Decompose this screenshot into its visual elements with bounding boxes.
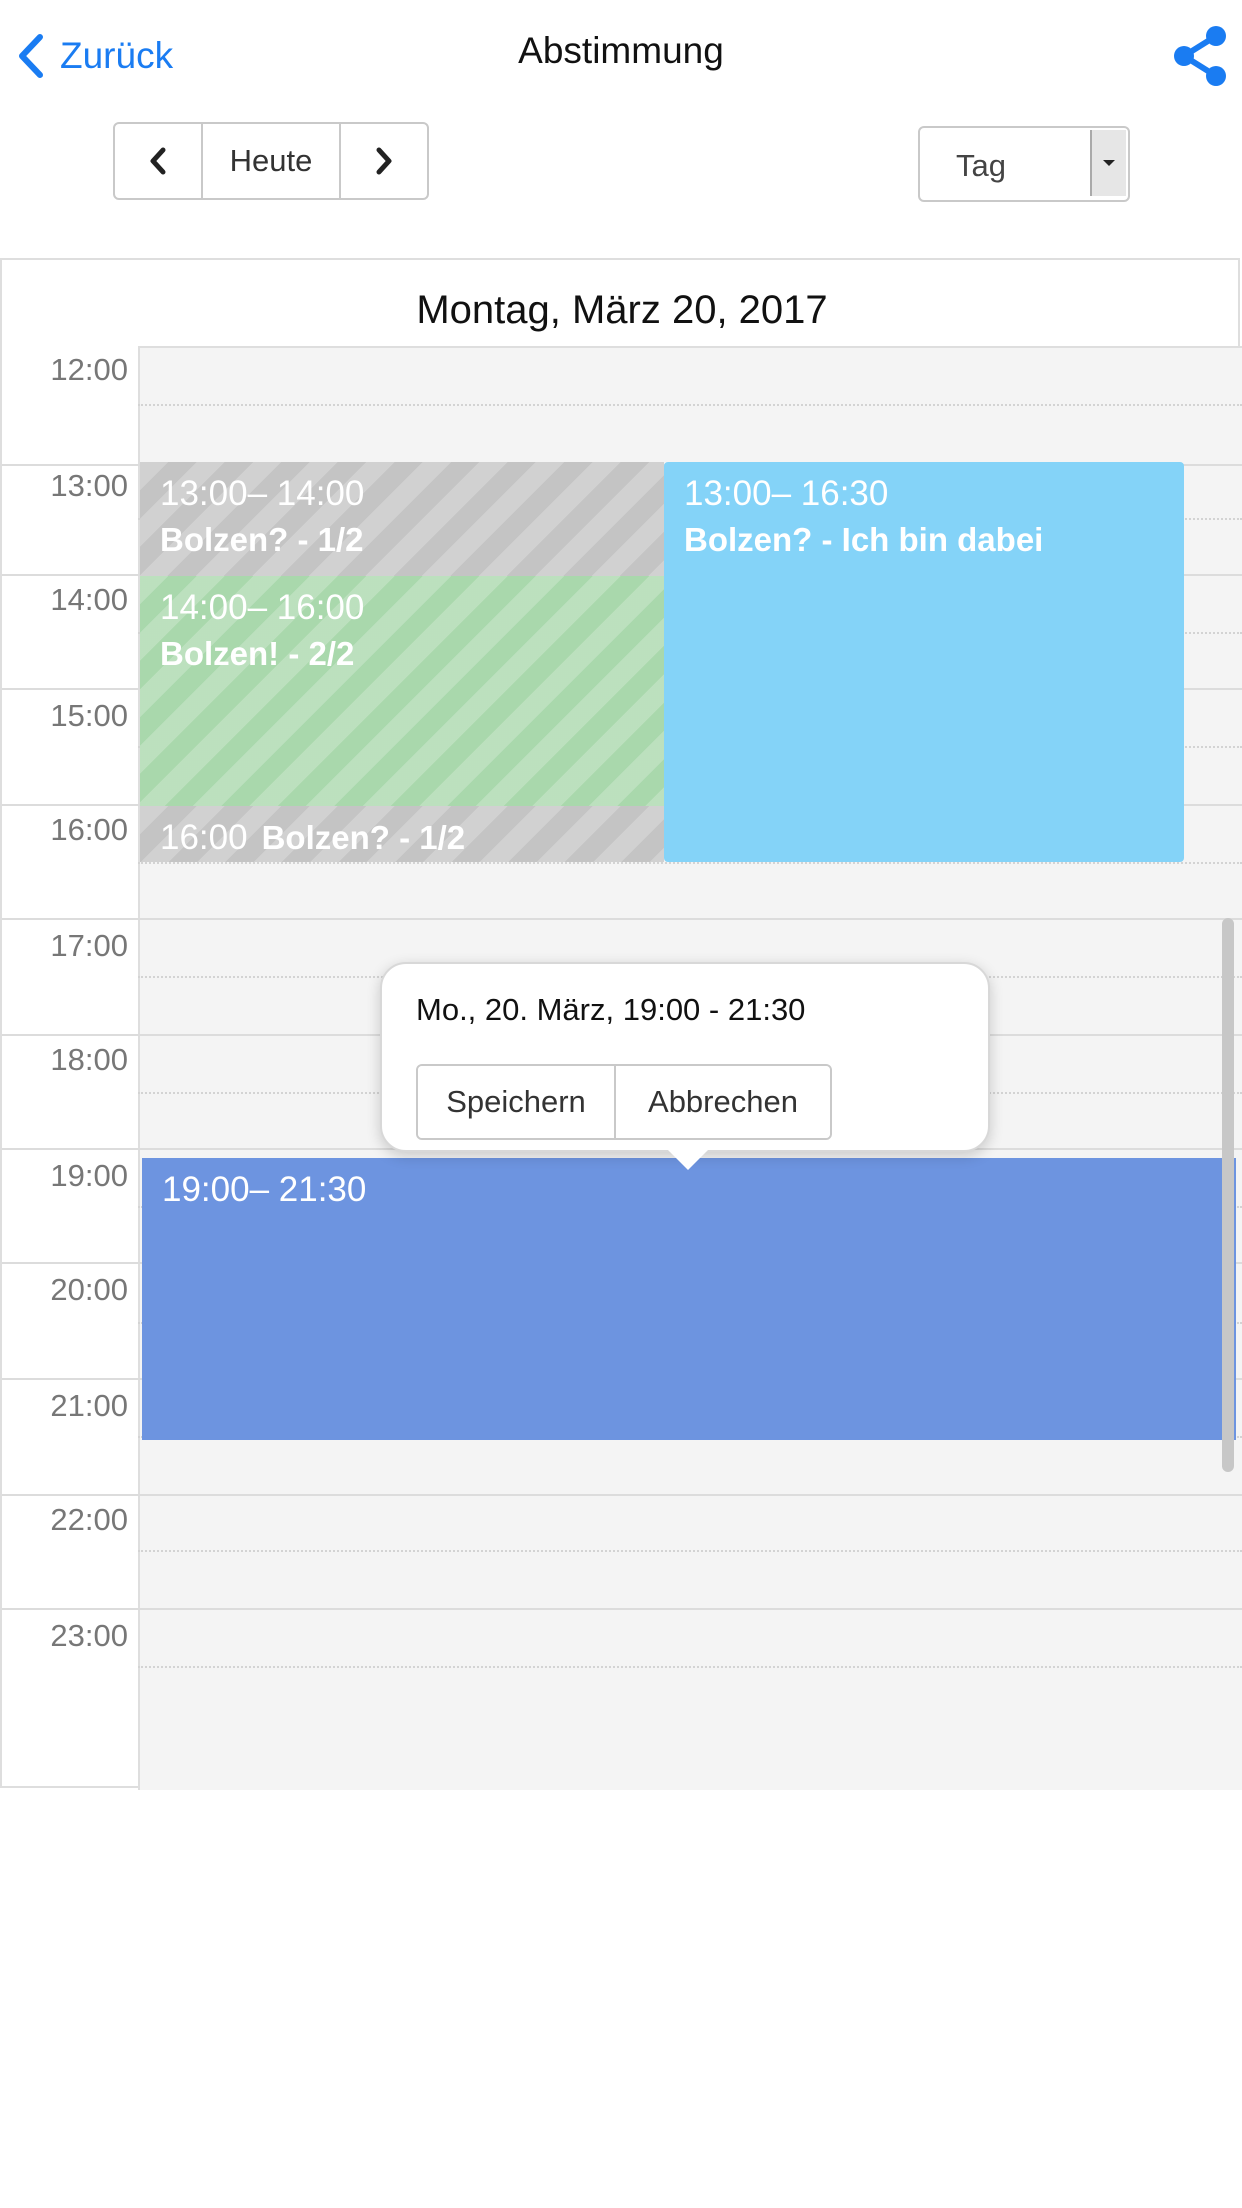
hour-label: 21:00 (50, 1388, 128, 1423)
hour-line (2, 1608, 1242, 1610)
calendar-event[interactable]: 13:00– 14:00 Bolzen? - 1/2 (140, 462, 664, 576)
hour-label: 12:00 (50, 352, 128, 387)
event-time: 14:00– 16:00 (160, 588, 365, 627)
view-select-value: Tag (956, 148, 1006, 183)
chevron-left-icon (150, 147, 166, 175)
hour-label: 13:00 (50, 468, 128, 503)
view-select[interactable]: Tag (918, 126, 1130, 202)
date-navigation: Heute (113, 122, 429, 200)
event-time: 13:00– 14:00 (160, 474, 365, 513)
event-time: 16:00 (160, 818, 248, 857)
half-hour-line (138, 404, 1242, 406)
hour-label: 20:00 (50, 1272, 128, 1307)
event-title: Bolzen? - Ich bin dabei (684, 521, 1044, 558)
hour-line (2, 918, 1242, 920)
hour-label: 16:00 (50, 812, 128, 847)
share-icon (1174, 26, 1226, 86)
event-title: Bolzen? - 1/2 (261, 819, 466, 856)
half-hour-line (138, 862, 1242, 864)
hour-label: 18:00 (50, 1042, 128, 1077)
today-button[interactable]: Heute (203, 124, 341, 198)
nav-bar: Zurück Abstimmung (0, 0, 1242, 112)
hour-label: 14:00 (50, 582, 128, 617)
share-button[interactable] (1170, 25, 1230, 87)
calendar-event[interactable]: 14:00– 16:00 Bolzen! - 2/2 (140, 576, 664, 806)
scrollbar[interactable] (1222, 918, 1234, 1472)
event-time: 19:00– 21:30 (162, 1170, 367, 1209)
cancel-button[interactable]: Abbrechen (616, 1066, 830, 1138)
hour-line (2, 1494, 1242, 1496)
event-title: Bolzen? - 1/2 (160, 521, 364, 558)
hour-label: 17:00 (50, 928, 128, 963)
hour-label: 23:00 (50, 1618, 128, 1653)
popover-actions: Speichern Abbrechen (416, 1064, 832, 1140)
dropdown-arrow-icon (1090, 130, 1126, 196)
next-day-button[interactable] (341, 124, 427, 198)
half-hour-line (138, 1666, 1242, 1668)
selection-popover: Mo., 20. März, 19:00 - 21:30 Speichern A… (380, 962, 990, 1152)
chevron-right-icon (376, 147, 392, 175)
prev-day-button[interactable] (115, 124, 203, 198)
hour-label: 15:00 (50, 698, 128, 733)
popover-text: Mo., 20. März, 19:00 - 21:30 (416, 992, 806, 1027)
selected-time-range[interactable]: 19:00– 21:30 (142, 1158, 1236, 1440)
hour-label: 22:00 (50, 1502, 128, 1537)
day-title: Montag, März 20, 2017 (416, 288, 828, 332)
page-title: Abstimmung (518, 30, 724, 71)
half-hour-line (138, 1550, 1242, 1552)
calendar-event[interactable]: 13:00– 16:30 Bolzen? - Ich bin dabei (664, 462, 1184, 862)
event-time: 13:00– 16:30 (684, 474, 889, 513)
save-button[interactable]: Speichern (418, 1066, 616, 1138)
event-title: Bolzen! - 2/2 (160, 635, 355, 672)
calendar-event[interactable]: 16:00 Bolzen? - 1/2 (140, 806, 664, 862)
popover-arrow (668, 1150, 708, 1170)
hour-label: 19:00 (50, 1158, 128, 1193)
